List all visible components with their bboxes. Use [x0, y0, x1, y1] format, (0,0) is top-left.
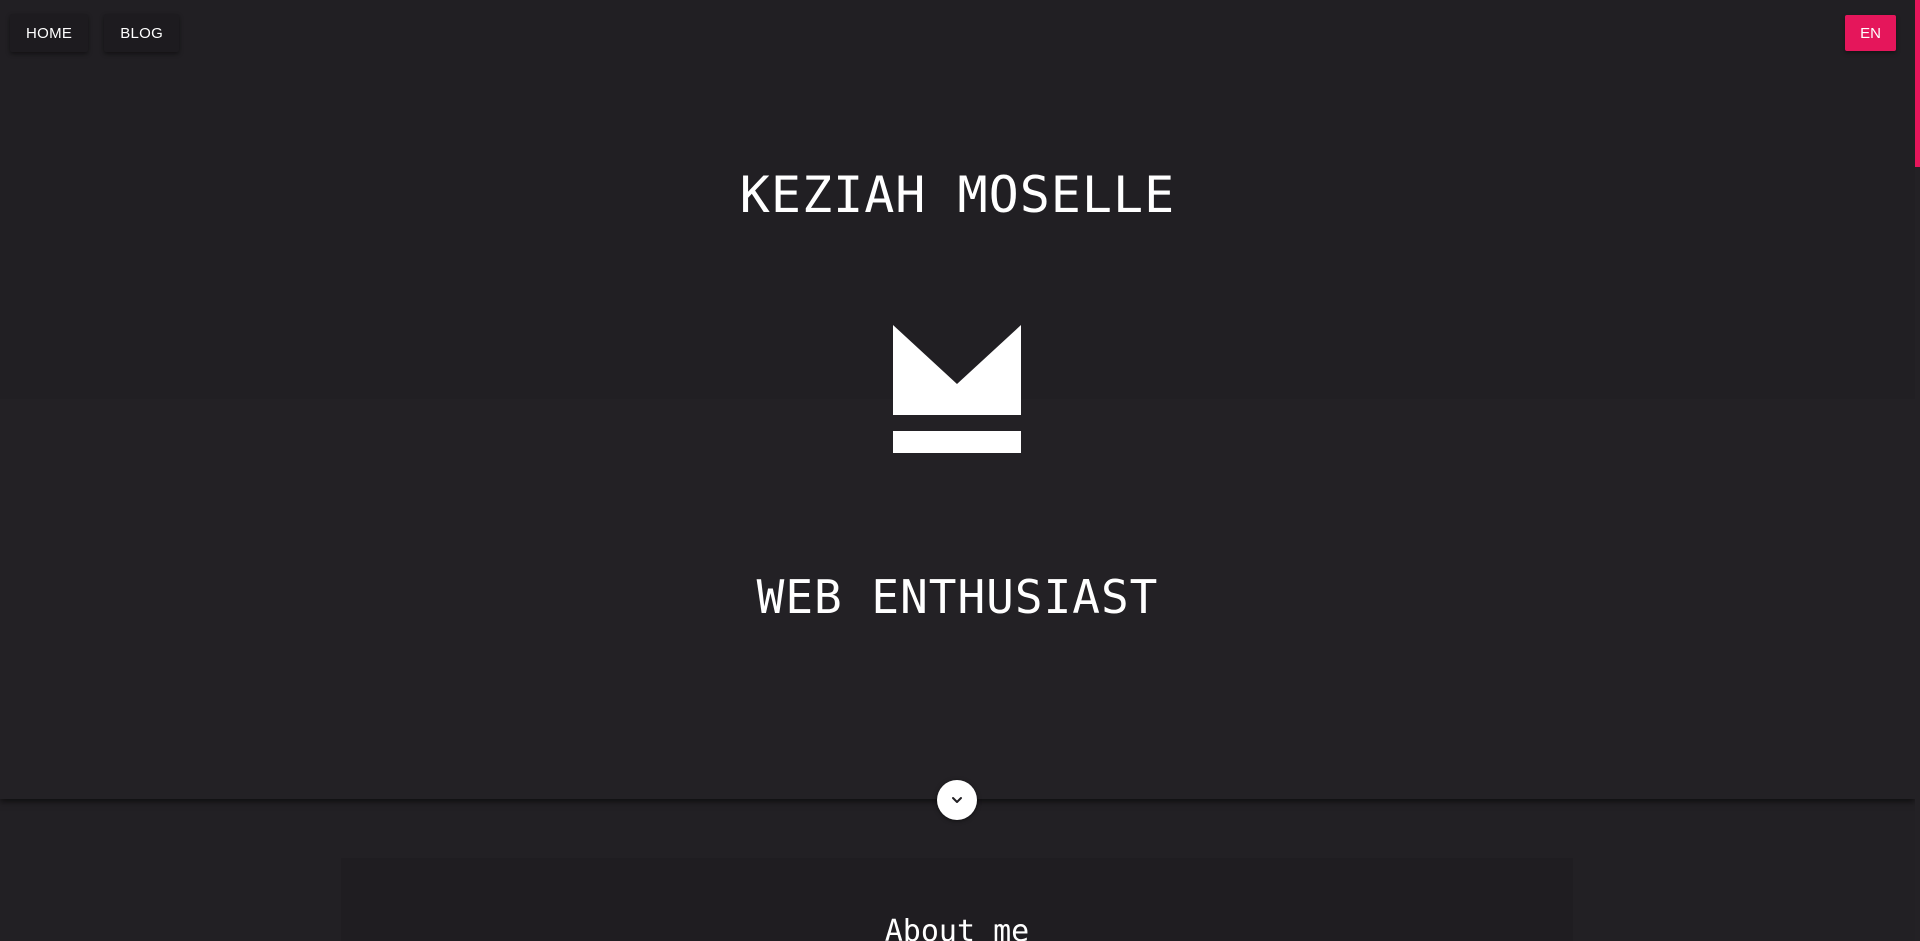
- hero-section: KEZIAH MOSELLE WEB ENTHUSIAST: [0, 0, 1915, 799]
- nav-home-button[interactable]: HOME: [10, 14, 89, 52]
- top-nav: HOME BLOG: [10, 14, 180, 52]
- page: KEZIAH MOSELLE WEB ENTHUSIAST HOME BLOG …: [0, 0, 1920, 941]
- about-card: About me: [341, 858, 1573, 941]
- hero-subtitle: WEB ENTHUSIAST: [756, 570, 1159, 624]
- km-logo-icon: [893, 325, 1021, 453]
- scroll-down-button[interactable]: [937, 780, 977, 820]
- language-button[interactable]: EN: [1845, 15, 1896, 51]
- page-title: KEZIAH MOSELLE: [739, 166, 1176, 224]
- scrollbar[interactable]: [1915, 0, 1920, 941]
- nav-blog-button[interactable]: BLOG: [104, 14, 180, 52]
- about-title: About me: [884, 914, 1030, 941]
- chevron-down-icon: [952, 797, 962, 803]
- scrollbar-thumb[interactable]: [1915, 0, 1920, 167]
